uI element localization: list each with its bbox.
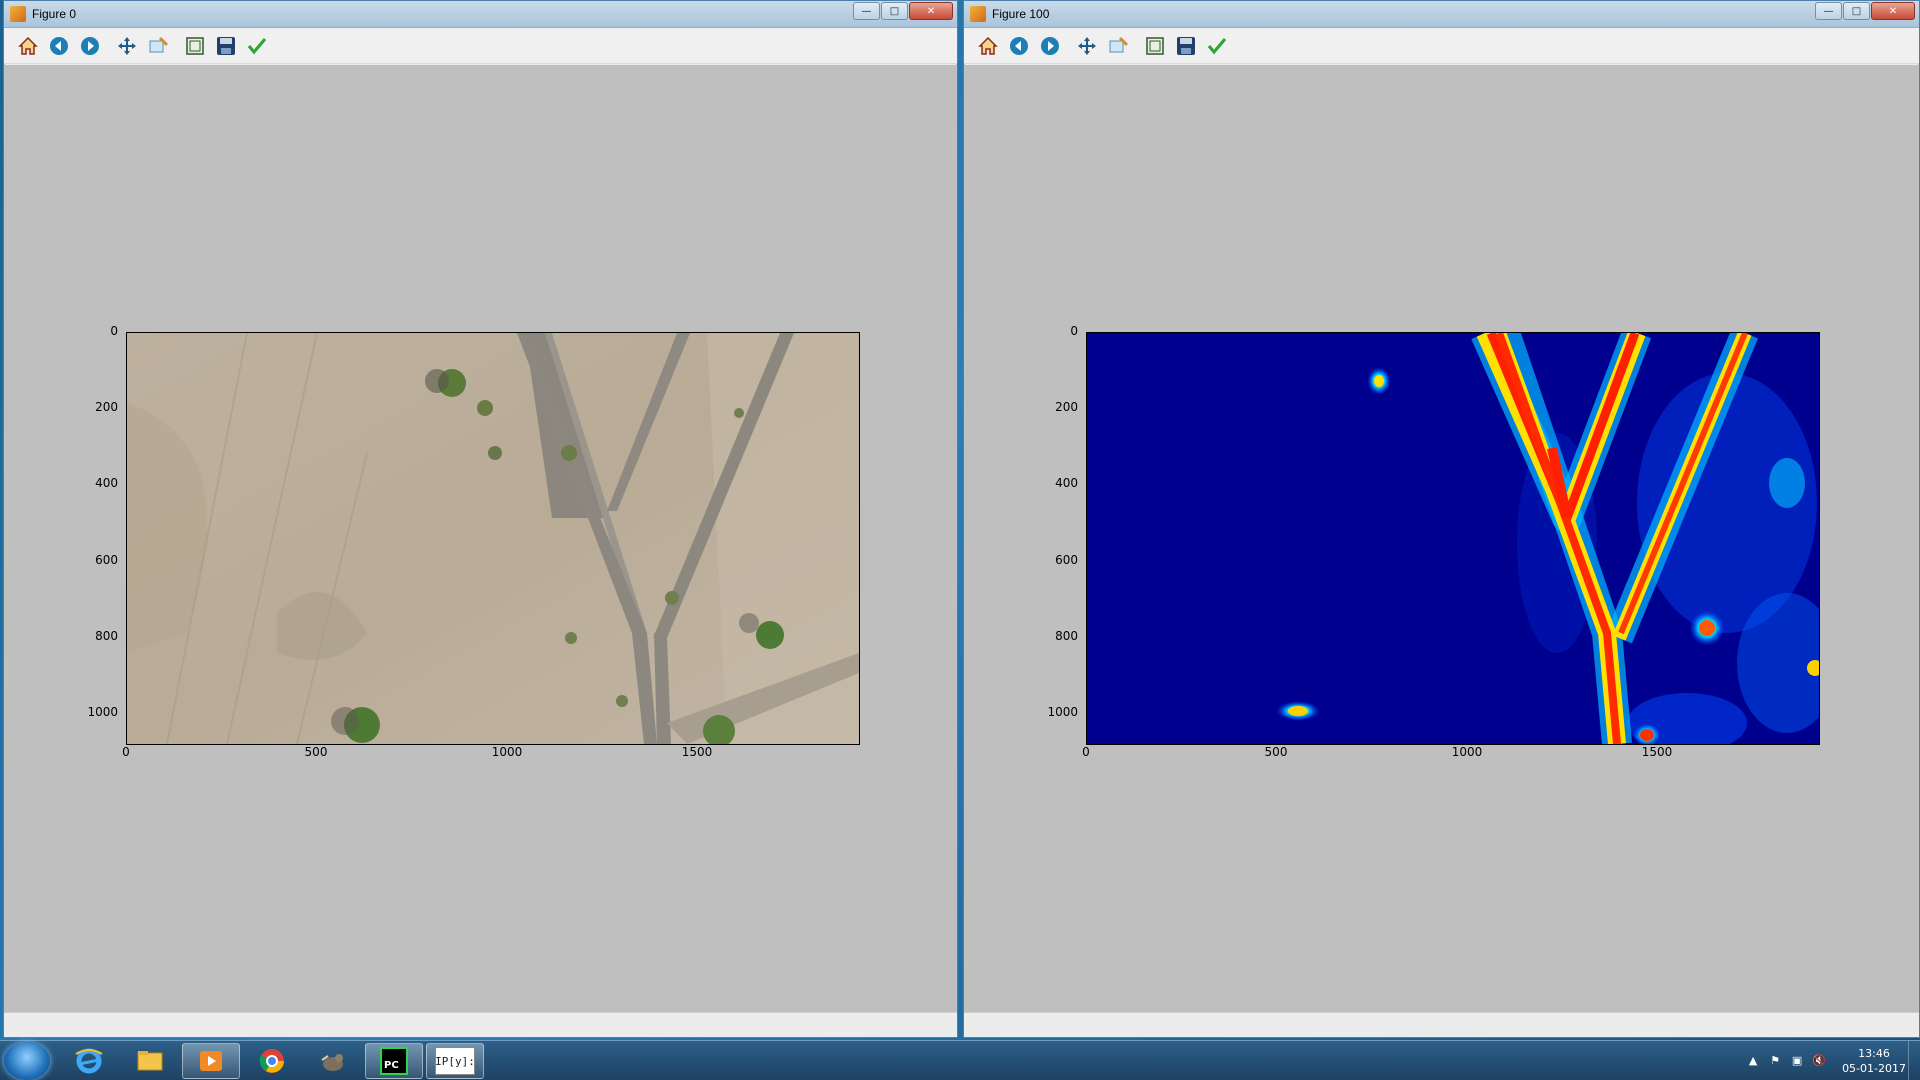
window-controls: — □ ✕: [1814, 2, 1915, 20]
y-tick-label: 1000: [87, 705, 118, 719]
y-tick-label: 400: [1055, 476, 1078, 490]
y-tick-label: 200: [95, 400, 118, 414]
file-explorer-icon[interactable]: [121, 1043, 179, 1079]
y-tick-label: 200: [1055, 400, 1078, 414]
home-icon[interactable]: [16, 34, 40, 58]
minimize-button[interactable]: —: [853, 2, 880, 20]
internet-explorer-icon[interactable]: [60, 1043, 118, 1079]
figure-canvas[interactable]: 0 200 400 600 800 1000 0 500 1000 1500: [4, 65, 957, 1012]
status-bar: [4, 1012, 957, 1037]
network-icon[interactable]: ▣: [1790, 1054, 1804, 1068]
clock-time: 13:46: [1858, 1047, 1890, 1060]
aerial-photo: [127, 333, 859, 744]
edit-check-icon[interactable]: [245, 34, 269, 58]
save-icon[interactable]: [214, 34, 238, 58]
pycharm-label: PC: [380, 1047, 408, 1075]
title-bar[interactable]: Figure 0 — □ ✕: [4, 1, 957, 28]
maximize-button[interactable]: □: [881, 2, 908, 20]
heatmap-axes[interactable]: [1086, 332, 1820, 745]
window-title: Figure 100: [992, 7, 1050, 21]
y-tick-label: 800: [1055, 629, 1078, 643]
matplotlib-app-icon: [970, 6, 986, 22]
back-icon[interactable]: [1007, 34, 1031, 58]
forward-icon[interactable]: [78, 34, 102, 58]
maximize-button[interactable]: □: [1843, 2, 1870, 20]
minimize-button[interactable]: —: [1815, 2, 1842, 20]
y-tick-label: 600: [95, 553, 118, 567]
taskbar: PC IP[y]: ▲ ⚑ ▣ 🔇 13:46 05-01-2017: [0, 1040, 1920, 1080]
forward-icon[interactable]: [1038, 34, 1062, 58]
matplotlib-app-icon: [10, 6, 26, 22]
volume-muted-icon[interactable]: 🔇: [1812, 1054, 1826, 1068]
edit-check-icon[interactable]: [1205, 34, 1229, 58]
y-tick-label: 1000: [1047, 705, 1078, 719]
clock-date: 05-01-2017: [1842, 1062, 1906, 1075]
figure-100-window: Figure 100 — □ ✕ 0 200 400 600 800 1000 …: [963, 0, 1920, 1038]
close-button[interactable]: ✕: [1871, 2, 1915, 20]
status-bar: [964, 1012, 1919, 1037]
pan-icon[interactable]: [115, 34, 139, 58]
ipython-icon[interactable]: IP[y]:: [426, 1043, 484, 1079]
title-bar[interactable]: Figure 100 — □ ✕: [964, 1, 1919, 28]
start-button[interactable]: [4, 1042, 50, 1080]
x-tick-label: 500: [1264, 745, 1288, 759]
window-controls: — □ ✕: [852, 2, 953, 20]
chrome-icon[interactable]: [243, 1043, 301, 1079]
show-hidden-icons-icon[interactable]: ▲: [1746, 1054, 1760, 1068]
y-tick-label: 0: [110, 324, 118, 338]
subplots-icon[interactable]: [183, 34, 207, 58]
x-tick-label: 1000: [1451, 745, 1483, 759]
action-center-flag-icon[interactable]: ⚑: [1768, 1054, 1782, 1068]
x-tick-label: 500: [304, 745, 328, 759]
x-tick-label: 1000: [491, 745, 523, 759]
y-tick-label: 800: [95, 629, 118, 643]
home-icon[interactable]: [976, 34, 1000, 58]
x-tick-label: 1500: [1641, 745, 1673, 759]
figure-0-window: Figure 0 — □ ✕ 0 200 400 600 800 1000 0 …: [3, 0, 958, 1038]
close-button[interactable]: ✕: [909, 2, 953, 20]
ipython-label: IP[y]:: [435, 1047, 475, 1075]
x-tick-label: 1500: [681, 745, 713, 759]
gimp-icon[interactable]: [304, 1043, 362, 1079]
pan-icon[interactable]: [1075, 34, 1099, 58]
navigation-toolbar: [964, 28, 1919, 64]
y-tick-label: 400: [95, 476, 118, 490]
y-tick-label: 0: [1070, 324, 1078, 338]
image-axes[interactable]: [126, 332, 860, 745]
x-tick-label: 0: [122, 745, 130, 759]
x-tick-label: 0: [1082, 745, 1090, 759]
system-clock[interactable]: 13:46 05-01-2017: [1842, 1046, 1906, 1076]
subplots-icon[interactable]: [1143, 34, 1167, 58]
navigation-toolbar: [4, 28, 957, 64]
system-tray: ▲ ⚑ ▣ 🔇 13:46 05-01-2017: [1740, 1041, 1920, 1080]
heatmap-image: [1087, 333, 1819, 744]
y-tick-label: 600: [1055, 553, 1078, 567]
window-title: Figure 0: [32, 7, 77, 21]
pycharm-icon[interactable]: PC: [365, 1043, 423, 1079]
media-player-icon[interactable]: [182, 1043, 240, 1079]
zoom-icon[interactable]: [1106, 34, 1130, 58]
save-icon[interactable]: [1174, 34, 1198, 58]
back-icon[interactable]: [47, 34, 71, 58]
zoom-icon[interactable]: [146, 34, 170, 58]
figure-canvas[interactable]: 0 200 400 600 800 1000 0 500 1000 1500: [964, 65, 1919, 1012]
show-desktop-button[interactable]: [1908, 1041, 1920, 1080]
